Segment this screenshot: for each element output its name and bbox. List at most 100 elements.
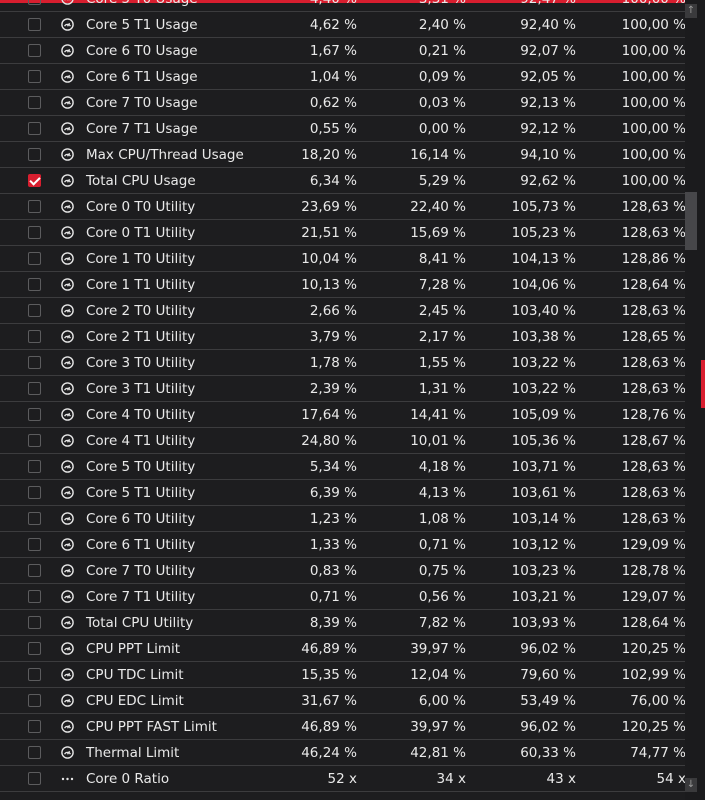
minimum-value: 0,21 % (418, 43, 466, 59)
minimum-value: 7,82 % (418, 615, 466, 631)
sensor-row[interactable]: CPU PPT FAST Limit 46,89 % 39,97 % 96,02… (0, 714, 697, 740)
row-checkbox[interactable] (28, 720, 41, 733)
maximum-value: 103,71 % (511, 459, 576, 475)
sensor-row[interactable]: Core 5 T0 Utility 5,34 % 4,18 % 103,71 %… (0, 454, 697, 480)
gauge-icon (61, 616, 74, 629)
sensor-row[interactable]: Core 2 T1 Utility 3,79 % 2,17 % 103,38 %… (0, 324, 697, 350)
gauge-icon (61, 460, 74, 473)
sensor-row[interactable]: CPU EDC Limit 31,67 % 6,00 % 53,49 % 76,… (0, 688, 697, 714)
row-checkbox[interactable] (28, 772, 41, 785)
row-checkbox[interactable] (28, 434, 41, 447)
maximum-value: 105,73 % (511, 199, 576, 215)
gauge-icon (61, 122, 74, 135)
maximum-value: 103,38 % (511, 329, 576, 345)
current-value: 6,34 % (309, 173, 357, 189)
minimum-value: 5,29 % (418, 173, 466, 189)
sensor-row[interactable]: CPU PPT Limit 46,89 % 39,97 % 96,02 % 12… (0, 636, 697, 662)
scroll-up-button[interactable]: ↑ (685, 4, 697, 18)
row-checkbox[interactable] (28, 382, 41, 395)
gauge-icon (61, 174, 74, 187)
row-checkbox[interactable] (28, 616, 41, 629)
sensor-row[interactable]: Core 6 T0 Usage 1,67 % 0,21 % 92,07 % 10… (0, 38, 697, 64)
row-checkbox[interactable] (28, 122, 41, 135)
sensor-row[interactable]: Total CPU Utility 8,39 % 7,82 % 103,93 %… (0, 610, 697, 636)
sensor-row[interactable]: Total CPU Usage 6,34 % 5,29 % 92,62 % 10… (0, 168, 697, 194)
row-checkbox[interactable] (28, 200, 41, 213)
row-checkbox[interactable] (28, 278, 41, 291)
current-value: 2,39 % (309, 381, 357, 397)
sensor-name: Core 2 T0 Utility (86, 303, 196, 319)
sensor-row[interactable]: Core 5 T0 Usage 4,40 % 3,31 % 92,47 % 10… (0, 0, 697, 12)
sensor-row[interactable]: Core 7 T0 Usage 0,62 % 0,03 % 92,13 % 10… (0, 90, 697, 116)
scroll-down-button[interactable]: ↓ (685, 778, 697, 792)
row-checkbox[interactable] (28, 304, 41, 317)
sensor-row[interactable]: Max CPU/Thread Usage 18,20 % 16,14 % 94,… (0, 142, 697, 168)
row-checkbox[interactable] (28, 0, 41, 5)
sensor-row[interactable]: Core 4 T0 Utility 17,64 % 14,41 % 105,09… (0, 402, 697, 428)
sensor-row[interactable]: Core 1 T1 Utility 10,13 % 7,28 % 104,06 … (0, 272, 697, 298)
sensor-row[interactable]: Core 2 T0 Utility 2,66 % 2,45 % 103,40 %… (0, 298, 697, 324)
row-checkbox[interactable] (28, 538, 41, 551)
sensor-name: Core 5 T0 Usage (86, 0, 198, 7)
sensor-row[interactable]: Core 1 T0 Utility 10,04 % 8,41 % 104,13 … (0, 246, 697, 272)
gauge-icon (61, 668, 74, 681)
current-value: 17,64 % (301, 407, 357, 423)
sensor-row[interactable]: Core 3 T0 Utility 1,78 % 1,55 % 103,22 %… (0, 350, 697, 376)
row-checkbox[interactable] (28, 44, 41, 57)
current-value: 0,62 % (309, 95, 357, 111)
row-checkbox[interactable] (28, 486, 41, 499)
gauge-icon (61, 746, 74, 759)
sensor-row[interactable]: Core 7 T0 Utility 0,83 % 0,75 % 103,23 %… (0, 558, 697, 584)
average-value: 128,86 % (621, 251, 686, 267)
maximum-value: 103,12 % (511, 537, 576, 553)
row-checkbox[interactable] (28, 356, 41, 369)
current-value: 24,80 % (301, 433, 357, 449)
sensor-row[interactable]: Core 6 T0 Utility 1,23 % 1,08 % 103,14 %… (0, 506, 697, 532)
gauge-icon (61, 486, 74, 499)
sensor-row[interactable]: CPU TDC Limit 15,35 % 12,04 % 79,60 % 10… (0, 662, 697, 688)
row-checkbox[interactable] (28, 18, 41, 31)
row-checkbox[interactable] (28, 174, 41, 187)
minimum-value: 14,41 % (410, 407, 466, 423)
gauge-icon (61, 408, 74, 421)
row-checkbox[interactable] (28, 590, 41, 603)
row-checkbox[interactable] (28, 226, 41, 239)
sensor-row[interactable]: Core 5 T1 Utility 6,39 % 4,13 % 103,61 %… (0, 480, 697, 506)
sensor-row[interactable]: Core 6 T1 Usage 1,04 % 0,09 % 92,05 % 10… (0, 64, 697, 90)
current-value: 1,33 % (309, 537, 357, 553)
sensor-row[interactable]: Core 4 T1 Utility 24,80 % 10,01 % 105,36… (0, 428, 697, 454)
scrollbar-thumb[interactable] (685, 192, 697, 250)
sensor-row[interactable]: Core 0 Ratio 52 x 34 x 43 x 54 x (0, 766, 697, 792)
minimum-value: 2,17 % (418, 329, 466, 345)
maximum-value: 104,06 % (511, 277, 576, 293)
sensor-name: Core 7 T1 Usage (86, 121, 198, 137)
sensor-row[interactable]: Core 6 T1 Utility 1,33 % 0,71 % 103,12 %… (0, 532, 697, 558)
row-checkbox[interactable] (28, 642, 41, 655)
gauge-icon (61, 642, 74, 655)
maximum-value: 103,21 % (511, 589, 576, 605)
sensor-row[interactable]: Core 5 T1 Usage 4,62 % 2,40 % 92,40 % 10… (0, 12, 697, 38)
sensor-row[interactable]: Core 3 T1 Utility 2,39 % 1,31 % 103,22 %… (0, 376, 697, 402)
row-checkbox[interactable] (28, 252, 41, 265)
row-checkbox[interactable] (28, 694, 41, 707)
average-value: 100,00 % (621, 173, 686, 189)
row-checkbox[interactable] (28, 460, 41, 473)
current-value: 8,39 % (309, 615, 357, 631)
sensor-row[interactable]: Thermal Limit 46,24 % 42,81 % 60,33 % 74… (0, 740, 697, 766)
row-checkbox[interactable] (28, 330, 41, 343)
minimum-value: 1,31 % (418, 381, 466, 397)
sensor-row[interactable]: Core 7 T1 Usage 0,55 % 0,00 % 92,12 % 10… (0, 116, 697, 142)
sensor-row[interactable]: Core 7 T1 Utility 0,71 % 0,56 % 103,21 %… (0, 584, 697, 610)
sensor-name: Core 5 T0 Utility (86, 459, 196, 475)
row-checkbox[interactable] (28, 564, 41, 577)
sensor-row[interactable]: Core 0 T0 Utility 23,69 % 22,40 % 105,73… (0, 194, 697, 220)
row-checkbox[interactable] (28, 70, 41, 83)
row-checkbox[interactable] (28, 668, 41, 681)
row-checkbox[interactable] (28, 96, 41, 109)
sensor-row[interactable]: Core 0 T1 Utility 21,51 % 15,69 % 105,23… (0, 220, 697, 246)
row-checkbox[interactable] (28, 408, 41, 421)
row-checkbox[interactable] (28, 148, 41, 161)
row-checkbox[interactable] (28, 746, 41, 759)
current-value: 1,67 % (309, 43, 357, 59)
row-checkbox[interactable] (28, 512, 41, 525)
